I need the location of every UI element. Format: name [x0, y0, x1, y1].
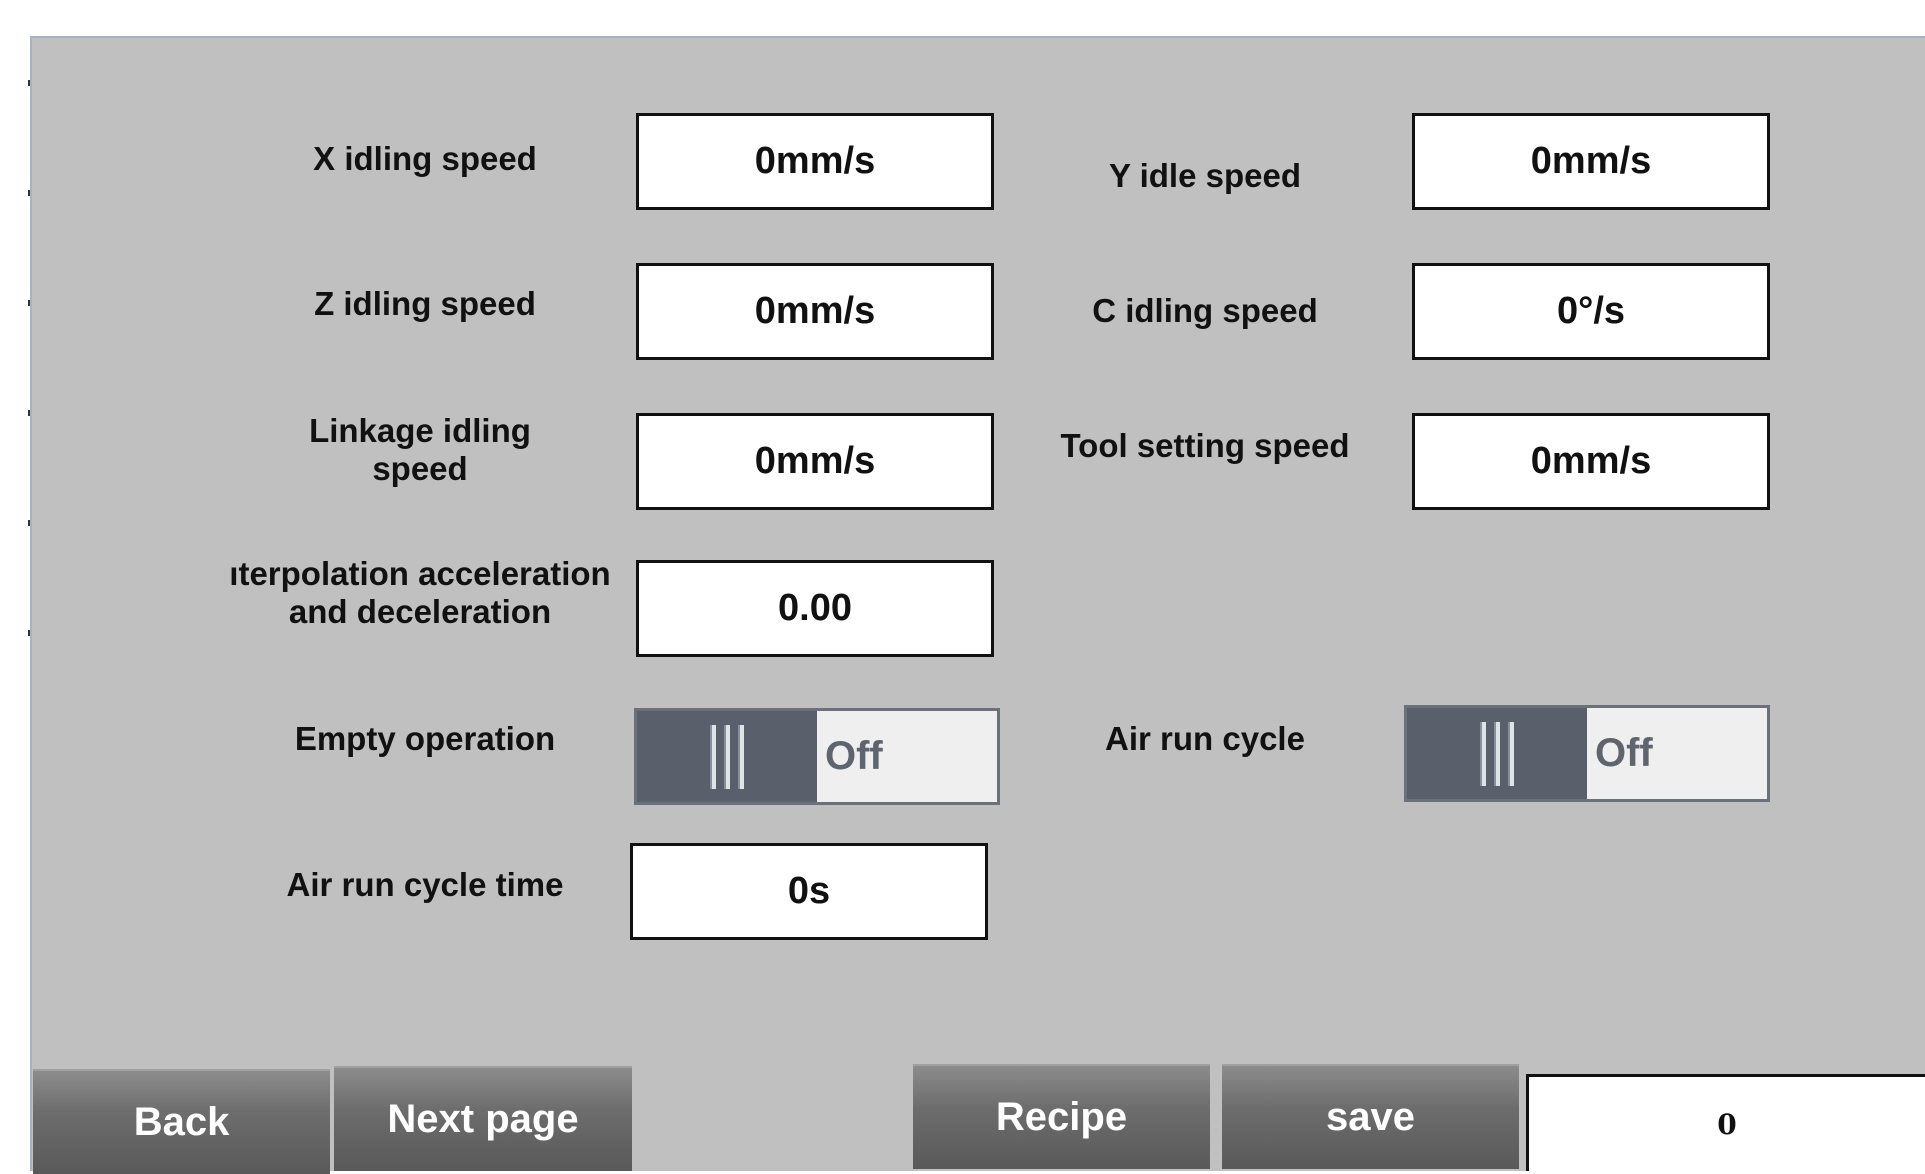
x-idling-speed-field[interactable]: 0mm/s	[636, 113, 994, 210]
air-run-cycle-label: Air run cycle	[1105, 720, 1305, 757]
grip-icon	[710, 724, 716, 789]
grip-icon	[738, 724, 744, 789]
air-run-cycle-state: Off	[1587, 708, 1767, 799]
recipe-button[interactable]: Recipe	[913, 1064, 1210, 1169]
y-idle-speed-label: Y idle speed	[1109, 157, 1301, 194]
linkage-idling-speed-field[interactable]: 0mm/s	[636, 413, 994, 510]
x-idling-speed-label: X idling speed	[313, 140, 537, 177]
toggle-knob	[1407, 708, 1587, 799]
linkage-idling-speed-label: Linkage idling speed	[309, 412, 531, 487]
y-idle-speed-field[interactable]: 0mm/s	[1412, 113, 1770, 210]
air-run-cycle-time-label: Air run cycle time	[286, 866, 564, 903]
back-button[interactable]: Back	[33, 1069, 330, 1174]
grip-icon	[1508, 721, 1514, 786]
interpolation-label: ıterpolation acceleration and decelerati…	[229, 555, 611, 630]
c-idling-speed-label: C idling speed	[1092, 292, 1318, 329]
grip-icon	[724, 724, 730, 789]
empty-operation-state: Off	[817, 711, 997, 802]
next-page-button[interactable]: Next page	[334, 1066, 632, 1171]
z-idling-speed-field[interactable]: 0mm/s	[636, 263, 994, 360]
grip-icon	[1480, 721, 1486, 786]
air-run-cycle-time-field[interactable]: 0s	[630, 843, 988, 940]
tool-setting-speed-label: Tool setting speed	[1060, 427, 1350, 464]
empty-operation-toggle[interactable]: Off	[634, 708, 1000, 805]
toggle-knob	[637, 711, 817, 802]
empty-operation-label: Empty operation	[294, 720, 556, 757]
z-idling-speed-label: Z idling speed	[314, 285, 536, 322]
c-idling-speed-field[interactable]: 0°/s	[1412, 263, 1770, 360]
save-button[interactable]: save	[1222, 1064, 1519, 1169]
counter-display: 0	[1526, 1074, 1925, 1171]
air-run-cycle-toggle[interactable]: Off	[1404, 705, 1770, 802]
grip-icon	[1494, 721, 1500, 786]
settings-screen: X idling speed 0mm/s Y idle speed 0mm/s …	[0, 0, 1925, 1174]
tool-setting-speed-field[interactable]: 0mm/s	[1412, 413, 1770, 510]
interpolation-field[interactable]: 0.00	[636, 560, 994, 657]
